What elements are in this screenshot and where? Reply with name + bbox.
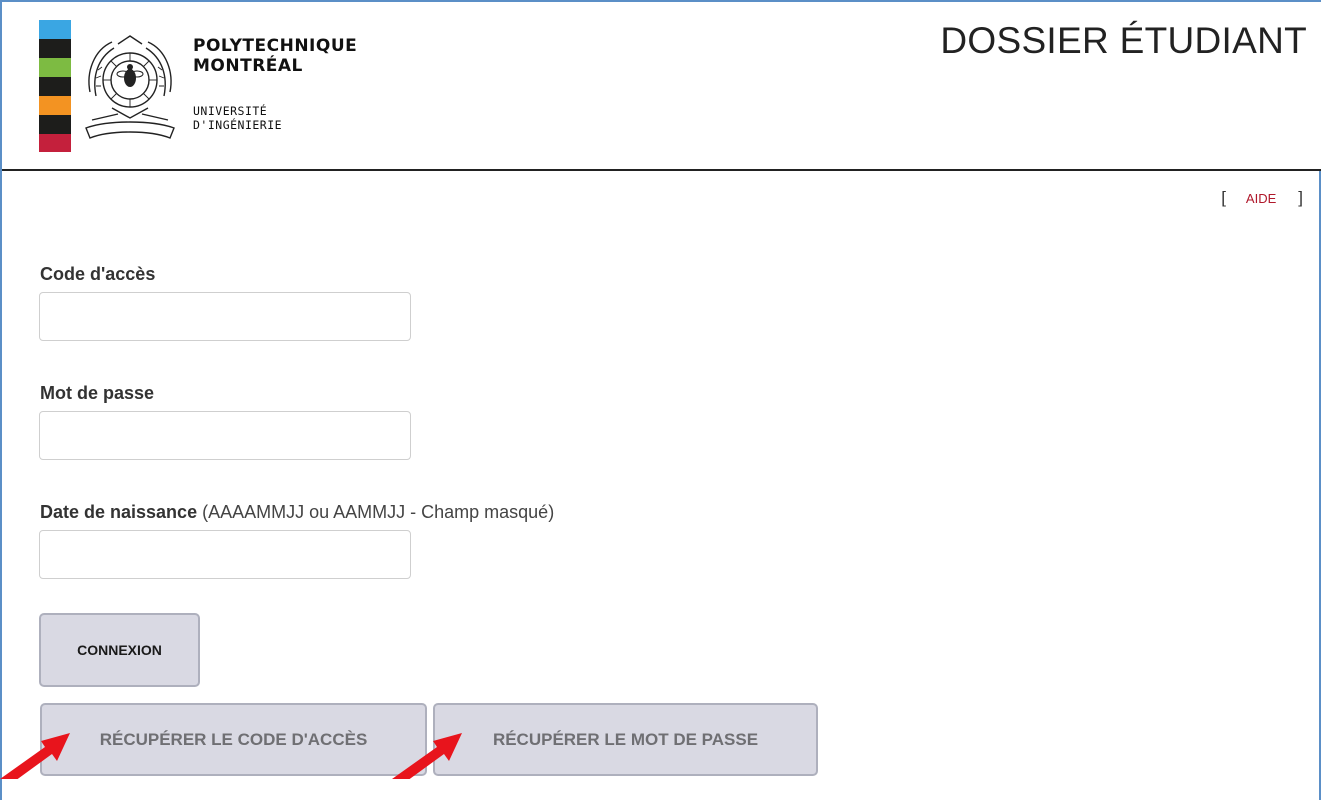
help-open-bracket: [ bbox=[1221, 188, 1226, 207]
logo-wordmark: POLYTECHNIQUE MONTRÉAL UNIVERSITÉ D'INGÉ… bbox=[193, 36, 357, 132]
password-label-text: Mot de passe bbox=[40, 383, 155, 403]
birth-date-hint: (AAAAMMJJ ou AAMMJJ - Champ masqué) bbox=[202, 502, 555, 522]
annotation-arrow-icon bbox=[392, 733, 462, 779]
page-title: DOSSIER ÉTUDIANT bbox=[940, 20, 1307, 61]
access-code-label: Code d'accès bbox=[40, 264, 155, 285]
password-label: Mot de passe bbox=[40, 383, 154, 404]
header-divider bbox=[2, 169, 1321, 171]
birth-date-input[interactable] bbox=[39, 530, 411, 579]
login-button[interactable]: CONNEXION bbox=[39, 613, 200, 687]
help-close-bracket: ] bbox=[1298, 188, 1303, 207]
logo-name-line1: POLYTECHNIQUE bbox=[193, 36, 358, 56]
recover-password-button[interactable]: RÉCUPÉRER LE MOT DE PASSE bbox=[433, 703, 818, 776]
logo-name-line2: MONTRÉAL bbox=[193, 56, 303, 76]
help-link-group: [ AIDE] bbox=[1221, 188, 1303, 208]
page-header: POLYTECHNIQUE MONTRÉAL UNIVERSITÉ D'INGÉ… bbox=[2, 2, 1321, 169]
password-input[interactable] bbox=[39, 411, 411, 460]
birth-date-label: Date de naissance (AAAAMMJJ ou AAMMJJ - … bbox=[40, 502, 554, 523]
help-link[interactable]: AIDE bbox=[1246, 191, 1276, 206]
birth-date-label-text: Date de naissance bbox=[40, 502, 198, 522]
brand-color-bar bbox=[39, 20, 71, 152]
recover-access-code-button[interactable]: RÉCUPÉRER LE CODE D'ACCÈS bbox=[40, 703, 427, 776]
logo-sub-line1: UNIVERSITÉ bbox=[193, 104, 268, 118]
access-code-input[interactable] bbox=[39, 292, 411, 341]
annotation-arrow-icon bbox=[0, 733, 70, 779]
access-code-label-text: Code d'accès bbox=[40, 264, 156, 284]
crest-icon bbox=[85, 35, 175, 139]
logo-sub-line2: D'INGÉNIERIE bbox=[193, 118, 283, 132]
